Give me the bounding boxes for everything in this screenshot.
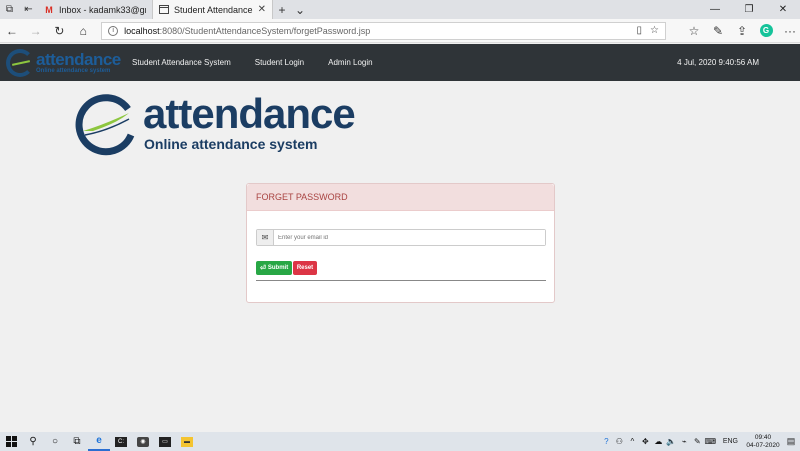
main-logo-title: attendance (143, 90, 356, 137)
edge-browser-icon[interactable]: e (88, 432, 110, 451)
nav-student-login[interactable]: Student Login (255, 58, 304, 67)
minimize-button[interactable]: — (698, 0, 732, 19)
form-buttons: ⏎ Submit Reset (256, 261, 317, 275)
cortana-icon[interactable]: ○ (44, 432, 66, 451)
submit-icon: ⏎ (260, 265, 266, 272)
reset-button[interactable]: Reset (293, 261, 317, 275)
submit-button[interactable]: ⏎ Submit (256, 261, 292, 275)
nav-student-attendance-system[interactable]: Student Attendance System (132, 58, 231, 67)
email-field[interactable] (274, 230, 545, 245)
email-input-group: ✉ (256, 229, 546, 246)
taskbar-date: 04-07-2020 (746, 441, 780, 449)
nav-admin-login[interactable]: Admin Login (328, 58, 372, 67)
onedrive-cloud-icon[interactable]: ☁ (652, 432, 665, 451)
taskbar-clock[interactable]: 09:40 04-07-2020 (744, 434, 782, 450)
forget-password-panel: FORGET PASSWORD ✉ ⏎ Submit Reset (246, 183, 555, 303)
terminal-icon[interactable]: ▭ (154, 432, 176, 451)
logo-mark-icon (6, 48, 34, 77)
forward-icon[interactable]: → (24, 19, 48, 43)
page-icon (159, 5, 169, 15)
header-datetime: 4 Jul, 2020 9:40:56 AM (677, 58, 759, 67)
browser-tab-strip: ⧉ ⇤ M Inbox - kadamk33@gmail.co Student … (0, 0, 800, 19)
network-icon[interactable]: ⌁ (678, 432, 691, 451)
action-center-icon[interactable]: ▤ (782, 436, 800, 447)
home-icon[interactable]: ⌂ (71, 19, 95, 43)
file-explorer-icon[interactable]: ▬ (176, 432, 198, 451)
page-content: attendance Online attendance system FORG… (0, 81, 800, 432)
command-prompt-icon[interactable]: C: (110, 432, 132, 451)
volume-icon[interactable]: 🔈 (665, 432, 678, 451)
close-window-button[interactable]: ✕ (766, 0, 800, 19)
main-logo: attendance Online attendance system (73, 91, 356, 157)
reset-label: Reset (296, 265, 314, 271)
taskbar-time: 09:40 (754, 433, 772, 441)
favorite-star-icon[interactable]: ☆ (650, 25, 659, 36)
task-view-icon[interactable]: ⧉ (66, 432, 88, 451)
web-note-icon[interactable]: ✎ (708, 19, 728, 43)
header-logo[interactable]: attendance Online attendance system (0, 44, 122, 81)
refresh-icon[interactable]: ↻ (48, 19, 72, 43)
submit-label: Submit (267, 265, 289, 271)
back-icon[interactable]: ← (0, 19, 24, 43)
logo-title: attendance (36, 50, 121, 69)
favorites-hub-icon[interactable]: ☆ (684, 19, 704, 43)
app-icon[interactable]: ◉ (132, 432, 154, 451)
restore-button[interactable]: ❐ (732, 0, 766, 19)
grammarly-extension-icon[interactable]: G (756, 19, 776, 43)
gmail-icon: M (45, 4, 53, 15)
url-text: localhost:8080/StudentAttendanceSystem/f… (124, 25, 371, 36)
envelope-icon: ✉ (257, 230, 274, 245)
logo-subtitle: Online attendance system (36, 68, 111, 74)
new-tab-button[interactable]: + (273, 0, 291, 19)
tab-title: Inbox - kadamk33@gmail.co (59, 4, 146, 15)
logo-ring-icon (75, 94, 135, 156)
more-menu-icon[interactable]: ··· (780, 19, 800, 43)
windows-taskbar: ⚲ ○ ⧉ e C: ◉ ▭ ▬ ? ⚇ ^ ✥ ☁ 🔈 ⌁ ✎ ⌨ ENG 0… (0, 432, 800, 451)
dropbox-icon[interactable]: ✥ (639, 432, 652, 451)
close-tab-icon[interactable]: ✕ (258, 4, 266, 15)
panel-divider (256, 280, 546, 281)
tab-actions-icon[interactable]: ⧉ (0, 0, 19, 19)
address-bar[interactable]: i localhost:8080/StudentAttendanceSystem… (101, 21, 667, 40)
site-header: attendance Online attendance system Stud… (0, 44, 800, 81)
share-icon[interactable]: ⇪ (732, 19, 752, 43)
site-nav: Student Attendance System Student Login … (132, 58, 397, 67)
pen-icon[interactable]: ✎ (691, 432, 704, 451)
people-icon[interactable]: ⚇ (613, 432, 626, 451)
tab-title: Student Attendance Sys (174, 4, 254, 15)
site-info-icon[interactable]: i (108, 25, 119, 36)
tab-student-attendance[interactable]: Student Attendance Sys ✕ (152, 0, 273, 19)
system-tray: ? ⚇ ^ ✥ ☁ 🔈 ⌁ ✎ ⌨ ENG 09:40 04-07-2020 ▤ (600, 432, 800, 451)
help-icon[interactable]: ? (600, 432, 613, 451)
search-icon[interactable]: ⚲ (22, 432, 44, 451)
tab-inbox[interactable]: M Inbox - kadamk33@gmail.co (38, 0, 152, 19)
keyboard-icon[interactable]: ⌨ (704, 432, 717, 451)
reading-view-icon[interactable]: ▯ (637, 25, 643, 36)
main-logo-subtitle: Online attendance system (144, 136, 318, 152)
browser-toolbar: ← → ↻ ⌂ i localhost:8080/StudentAttendan… (0, 19, 800, 43)
start-windows-icon[interactable] (0, 432, 22, 451)
panel-heading: FORGET PASSWORD (247, 184, 554, 211)
chevron-up-icon[interactable]: ^ (626, 432, 639, 451)
set-aside-tabs-icon[interactable]: ⇤ (19, 0, 38, 19)
tab-list-chevron-icon[interactable]: ⌄ (291, 0, 309, 19)
language-indicator[interactable]: ENG (723, 438, 738, 445)
